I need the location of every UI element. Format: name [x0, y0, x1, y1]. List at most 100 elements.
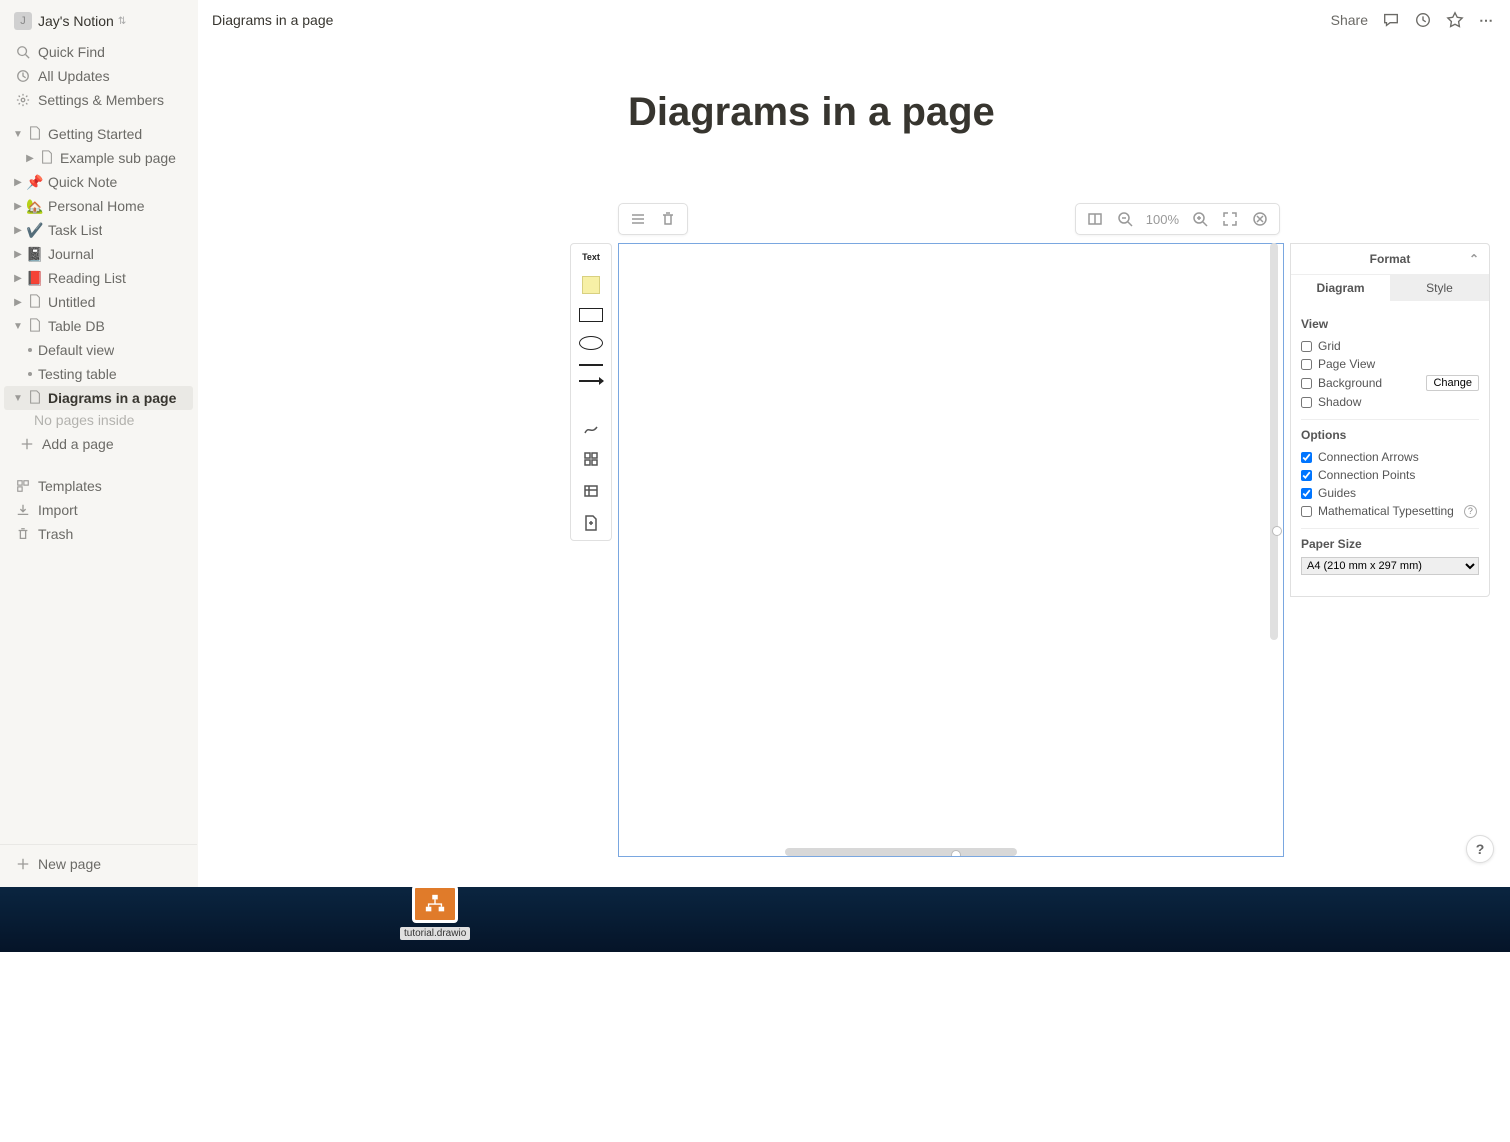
sidebar-item-default-view[interactable]: Default view	[4, 338, 193, 362]
sidebar-item-table-db[interactable]: ▼ Table DB	[4, 314, 193, 338]
sidebar-item-example-sub[interactable]: ▶ Example sub page	[4, 146, 193, 170]
guides-label: Guides	[1318, 486, 1356, 500]
grid-checkbox-row[interactable]: Grid	[1301, 337, 1479, 355]
guides-row[interactable]: Guides	[1301, 484, 1479, 502]
grid-checkbox[interactable]	[1301, 341, 1312, 352]
chevron-right-icon[interactable]: ▶	[10, 270, 26, 286]
text-shape[interactable]: Text	[582, 252, 600, 262]
plus-icon	[18, 435, 36, 453]
chevron-down-icon[interactable]: ▼	[10, 126, 26, 142]
sidebar-item-getting-started[interactable]: ▼ Getting Started	[4, 122, 193, 146]
shapes-icon[interactable]	[582, 450, 600, 468]
delete-icon[interactable]	[659, 210, 677, 228]
zoom-in-icon[interactable]	[1191, 210, 1209, 228]
chevron-right-icon[interactable]: ▶	[10, 174, 26, 190]
outline-icon[interactable]	[1086, 210, 1104, 228]
shadow-checkbox[interactable]	[1301, 397, 1312, 408]
conn-points-checkbox[interactable]	[1301, 470, 1312, 481]
dock-file[interactable]: tutorial.drawio	[400, 885, 470, 940]
import[interactable]: Import	[4, 498, 193, 522]
sidebar-item-quick-note[interactable]: ▶ 📌 Quick Note	[4, 170, 193, 194]
chevron-down-icon[interactable]: ▼	[10, 390, 26, 406]
guides-checkbox[interactable]	[1301, 488, 1312, 499]
tab-style[interactable]: Style	[1390, 275, 1489, 301]
page-title[interactable]: Diagrams in a page	[628, 90, 1510, 135]
freehand-icon[interactable]	[582, 418, 600, 436]
fullscreen-icon[interactable]	[1221, 210, 1239, 228]
zoom-out-icon[interactable]	[1116, 210, 1134, 228]
drawio-canvas[interactable]	[618, 243, 1284, 857]
chevron-right-icon[interactable]: ▶	[10, 198, 26, 214]
math-row[interactable]: Mathematical Typesetting?	[1301, 502, 1479, 520]
zoom-level[interactable]: 100%	[1146, 212, 1179, 227]
help-fab[interactable]: ?	[1466, 835, 1494, 863]
conn-points-label: Connection Points	[1318, 468, 1415, 482]
horizontal-scrollbar[interactable]	[785, 848, 1017, 856]
menu-icon[interactable]	[629, 210, 647, 228]
arrow-shape[interactable]	[579, 380, 603, 382]
tree-label: Table DB	[48, 318, 105, 334]
chevron-right-icon[interactable]: ▶	[22, 150, 38, 166]
favorite-icon[interactable]	[1446, 11, 1464, 29]
share-button[interactable]: Share	[1331, 12, 1368, 28]
bullet-icon	[22, 342, 38, 358]
sidebar-item-testing-table[interactable]: Testing table	[4, 362, 193, 386]
settings-members[interactable]: Settings & Members	[4, 88, 193, 112]
new-page-button[interactable]: New page	[0, 844, 197, 883]
background-checkbox-row[interactable]: BackgroundChange	[1301, 373, 1479, 393]
breadcrumb[interactable]: Diagrams in a page	[212, 12, 333, 28]
insert-page-icon[interactable]	[582, 514, 600, 532]
change-background-button[interactable]: Change	[1426, 375, 1479, 391]
avatar: J	[14, 12, 32, 30]
sidebar-item-personal-home[interactable]: ▶ 🏡 Personal Home	[4, 194, 193, 218]
sidebar-item-task-list[interactable]: ▶ ✔️ Task List	[4, 218, 193, 242]
sidebar-item-journal[interactable]: ▶ 📓 Journal	[4, 242, 193, 266]
line-shape[interactable]	[579, 364, 603, 366]
tab-diagram[interactable]: Diagram	[1291, 275, 1390, 301]
note-shape[interactable]	[582, 276, 600, 294]
vscroll-handle[interactable]	[1272, 526, 1282, 536]
chevron-right-icon[interactable]: ▶	[10, 246, 26, 262]
workspace-switcher[interactable]: J Jay's Notion ⇅	[0, 0, 197, 38]
add-a-page[interactable]: Add a page	[8, 432, 189, 456]
chevron-right-icon[interactable]: ▶	[10, 222, 26, 238]
chevron-right-icon[interactable]: ▶	[10, 294, 26, 310]
background-checkbox[interactable]	[1301, 378, 1312, 389]
no-pages-inside: No pages inside	[4, 410, 193, 430]
hscroll-handle[interactable]	[951, 850, 961, 857]
pin-icon: 📌	[26, 174, 44, 191]
more-icon[interactable]: ⋯	[1478, 11, 1496, 29]
plus-icon	[14, 855, 32, 873]
vertical-scrollbar[interactable]	[1270, 243, 1278, 640]
table-icon[interactable]	[582, 482, 600, 500]
pageview-checkbox-row[interactable]: Page View	[1301, 355, 1479, 373]
format-header[interactable]: Format ⌃	[1291, 244, 1489, 275]
templates-label: Templates	[38, 478, 102, 494]
trash[interactable]: Trash	[4, 522, 193, 546]
sidebar-item-diagrams-page[interactable]: ▼ Diagrams in a page	[4, 386, 193, 410]
updates-icon[interactable]	[1414, 11, 1432, 29]
tree-label: Task List	[48, 222, 102, 238]
ellipse-shape[interactable]	[579, 336, 603, 350]
help-icon[interactable]: ?	[1464, 505, 1477, 518]
conn-arrows-row[interactable]: Connection Arrows	[1301, 448, 1479, 466]
comments-icon[interactable]	[1382, 11, 1400, 29]
chevron-up-icon[interactable]: ⌃	[1469, 252, 1479, 266]
quick-find[interactable]: Quick Find	[4, 40, 193, 64]
math-checkbox[interactable]	[1301, 506, 1312, 517]
sidebar-item-reading-list[interactable]: ▶ 📕 Reading List	[4, 266, 193, 290]
conn-points-row[interactable]: Connection Points	[1301, 466, 1479, 484]
paper-size-select[interactable]: A4 (210 mm x 297 mm)	[1301, 557, 1479, 575]
shadow-checkbox-row[interactable]: Shadow	[1301, 393, 1479, 411]
rectangle-shape[interactable]	[579, 308, 603, 322]
all-updates-label: All Updates	[38, 68, 110, 84]
shapes-palette: Text	[570, 243, 612, 541]
dock-file-label: tutorial.drawio	[400, 927, 470, 940]
all-updates[interactable]: All Updates	[4, 64, 193, 88]
chevron-down-icon[interactable]: ▼	[10, 318, 26, 334]
templates[interactable]: Templates	[4, 474, 193, 498]
pageview-checkbox[interactable]	[1301, 359, 1312, 370]
sidebar-item-untitled[interactable]: ▶ Untitled	[4, 290, 193, 314]
close-icon[interactable]	[1251, 210, 1269, 228]
conn-arrows-checkbox[interactable]	[1301, 452, 1312, 463]
